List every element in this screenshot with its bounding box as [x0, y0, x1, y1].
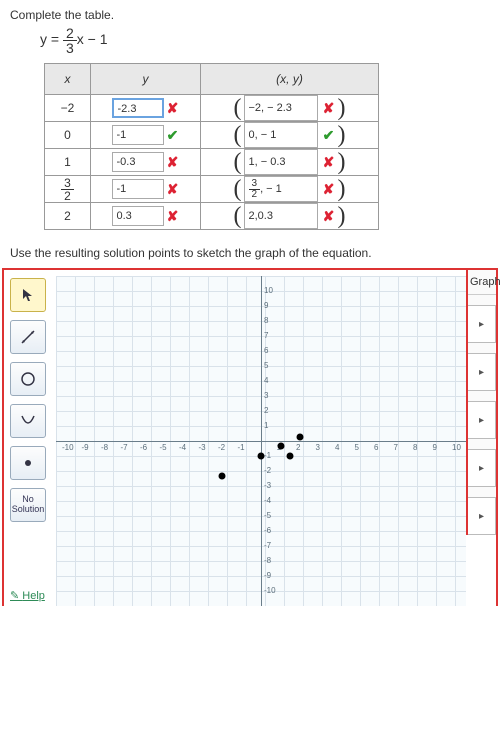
eq-fraction: 23	[63, 26, 77, 55]
wrong-icon: ✘	[166, 100, 180, 117]
y-input[interactable]: -1	[112, 179, 164, 199]
side-button[interactable]: ▸	[468, 449, 496, 487]
pointer-tool[interactable]	[10, 278, 46, 312]
y-input[interactable]: -1	[112, 125, 164, 145]
side-button[interactable]: ▸	[468, 353, 496, 391]
paren-icon: )	[338, 150, 346, 174]
y-input[interactable]: -2.3	[112, 98, 164, 118]
curve-tool[interactable]	[10, 404, 46, 438]
wrong-icon: ✘	[166, 181, 180, 198]
prompt-complete-table: Complete the table.	[0, 0, 500, 26]
x-cell: −2	[45, 95, 91, 122]
paren-icon: (	[234, 150, 242, 174]
table-row: −2 -2.3✘ (−2, − 2.3✘)	[45, 95, 379, 122]
wrong-icon: ✘	[322, 100, 336, 117]
wrong-icon: ✘	[322, 154, 336, 171]
paren-icon: (	[234, 123, 242, 147]
xy-frac-num: 3	[249, 179, 261, 190]
prompt-sketch-graph: Use the resulting solution points to ske…	[0, 242, 500, 268]
eq-rest: x − 1	[77, 31, 108, 47]
x-cell: 1	[45, 149, 91, 176]
paren-icon: )	[338, 204, 346, 228]
y-input[interactable]: -0.3	[112, 152, 164, 172]
plot-point[interactable]	[277, 442, 284, 449]
wrong-icon: ✘	[322, 208, 336, 225]
correct-icon: ✔	[166, 127, 180, 144]
xy-rest: , − 1	[260, 183, 282, 195]
paren-icon: )	[338, 96, 346, 120]
table-row: 32 -1✘ (32, − 1✘)	[45, 176, 379, 203]
paren-icon: )	[338, 177, 346, 201]
xy-input[interactable]: 32, − 1	[244, 176, 318, 202]
side-header: Graph	[468, 270, 496, 295]
side-button[interactable]: ▸	[468, 305, 496, 343]
wrong-icon: ✘	[166, 154, 180, 171]
paren-icon: (	[234, 96, 242, 120]
equation: y = 23x − 1	[0, 26, 500, 63]
solution-table: x y (x, y) −2 -2.3✘ (−2, − 2.3✘) 0 -1✔ (…	[44, 63, 379, 230]
paren-icon: )	[338, 123, 346, 147]
table-row: 2 0.3✘ (2,0.3✘)	[45, 203, 379, 230]
eq-lhs: y =	[40, 31, 63, 47]
side-panel: Graph ▸ ▸ ▸ ▸ ▸	[466, 270, 496, 535]
xy-input[interactable]: 1, − 0.3	[244, 149, 318, 175]
x-frac-den: 2	[61, 190, 74, 202]
plot-point[interactable]	[219, 472, 226, 479]
header-y: y	[91, 64, 201, 95]
y-axis	[261, 276, 262, 606]
plot-point[interactable]	[287, 453, 294, 460]
side-button[interactable]: ▸	[468, 401, 496, 439]
x-frac-num: 3	[61, 177, 74, 190]
eq-den: 3	[63, 41, 77, 55]
x-cell: 2	[45, 203, 91, 230]
xy-input[interactable]: 2,0.3	[244, 203, 318, 229]
line-tool[interactable]	[10, 320, 46, 354]
wrong-icon: ✘	[322, 181, 336, 198]
help-link[interactable]: ✎ Help	[10, 589, 45, 602]
eq-num: 2	[63, 26, 77, 41]
side-button[interactable]: ▸	[468, 497, 496, 535]
circle-tool[interactable]	[10, 362, 46, 396]
table-row: 0 -1✔ (0, − 1✔)	[45, 122, 379, 149]
header-xy: (x, y)	[201, 64, 379, 95]
wrong-icon: ✘	[166, 208, 180, 225]
paren-icon: (	[234, 177, 242, 201]
correct-icon: ✔	[322, 127, 336, 144]
graph-canvas[interactable]: -10-9-8-7-6-5-4-3-2-112345678910-10-9-8-…	[56, 276, 466, 606]
plot-point[interactable]	[297, 433, 304, 440]
graph-panel: No Solution -10-9-8-7-6-5-4-3-2-11234567…	[2, 268, 498, 606]
paren-icon: (	[234, 204, 242, 228]
header-x: x	[45, 64, 91, 95]
xy-input[interactable]: 0, − 1	[244, 122, 318, 148]
point-tool[interactable]	[10, 446, 46, 480]
xy-input[interactable]: −2, − 2.3	[244, 95, 318, 121]
no-solution-tool[interactable]: No Solution	[10, 488, 46, 522]
x-cell: 0	[45, 122, 91, 149]
graph-toolbar: No Solution	[4, 270, 56, 522]
table-row: 1 -0.3✘ (1, − 0.3✘)	[45, 149, 379, 176]
plot-point[interactable]	[258, 453, 265, 460]
xy-frac-den: 2	[249, 190, 261, 200]
help-label: Help	[22, 590, 45, 602]
x-cell: 32	[45, 176, 91, 203]
y-input[interactable]: 0.3	[112, 206, 164, 226]
